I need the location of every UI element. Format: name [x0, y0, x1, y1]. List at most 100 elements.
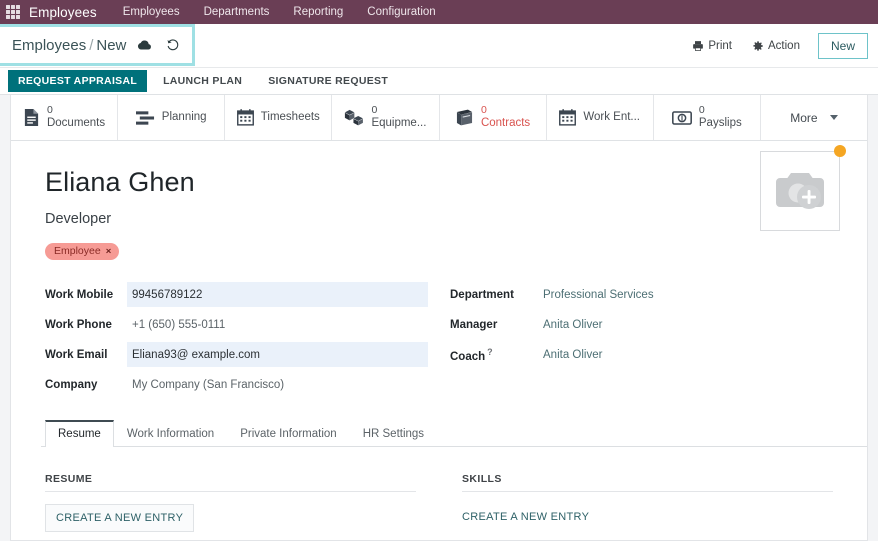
close-icon[interactable]: × — [106, 246, 112, 257]
employee-tag-label: Employee — [54, 245, 101, 257]
smart-button-value: 0 — [371, 104, 378, 117]
field-label: Company — [45, 378, 98, 391]
cloud-save-icon[interactable] — [137, 39, 152, 52]
resume-create-entry-button[interactable]: CREATE A NEW ENTRY — [45, 504, 195, 532]
payslip-money-icon — [671, 110, 692, 125]
request-appraisal-button[interactable]: REQUEST APPRAISAL — [8, 70, 148, 92]
manager-input[interactable]: Anita Oliver — [538, 312, 833, 337]
top-navbar: Employees Employees Departments Reportin… — [0, 0, 878, 24]
help-tooltip-icon[interactable]: ? — [487, 347, 493, 357]
calendar-icon — [236, 109, 254, 126]
smart-button-label: Work Ent... — [583, 111, 641, 124]
smart-button-label: Equipme... — [371, 116, 427, 129]
work-mobile-input[interactable]: 99456789122 — [127, 282, 428, 307]
breadcrumb-current: New — [96, 36, 127, 54]
planning-list-icon — [135, 110, 155, 126]
smart-button-payslips[interactable]: 0 Payslips — [654, 95, 761, 140]
form-fields: Work Mobile 99456789122 Work Phone +1 (6… — [45, 280, 833, 400]
field-company: Company My Company (San Francisco) — [45, 370, 428, 399]
coach-input[interactable]: Anita Oliver — [538, 342, 833, 367]
menu-employees[interactable]: Employees — [123, 6, 180, 18]
page-title[interactable]: Eliana Ghen — [45, 167, 833, 198]
breadcrumb: Employees / New — [0, 24, 196, 66]
more-label: More — [790, 110, 818, 125]
launch-plan-button[interactable]: LAUNCH PLAN — [153, 70, 252, 92]
smart-button-work-entries[interactable]: Work Ent... — [547, 95, 654, 140]
gear-icon — [753, 40, 763, 51]
avatar-container — [760, 145, 846, 231]
unsaved-changes-dot — [834, 145, 846, 157]
smart-button-value: 0 — [480, 104, 487, 117]
tab-content-resume: RESUME CREATE A NEW ENTRY SKILLS CREATE … — [11, 447, 867, 532]
smart-button-equipment[interactable]: 0 Equipme... — [332, 95, 440, 140]
app-brand-employees[interactable]: Employees — [29, 5, 97, 20]
breadcrumb-separator: / — [89, 36, 94, 54]
apps-grid-icon[interactable] — [6, 5, 20, 19]
printer-icon — [693, 40, 704, 51]
work-email-input[interactable]: Eliana93@ example.com — [127, 342, 428, 367]
department-input[interactable]: Professional Services — [538, 282, 833, 307]
avatar-upload-button[interactable] — [760, 151, 840, 231]
smart-button-documents[interactable]: 0 Documents — [11, 95, 119, 140]
signature-request-button[interactable]: SIGNATURE REQUEST — [258, 70, 398, 92]
record-sheet: 0 Documents Planning Timesheets 0 Equipm… — [10, 95, 868, 541]
job-title[interactable]: Developer — [45, 211, 833, 227]
resume-section: RESUME CREATE A NEW ENTRY — [45, 473, 416, 532]
smart-button-label: Planning — [161, 111, 207, 124]
action-label: Action — [768, 39, 800, 52]
menu-configuration[interactable]: Configuration — [367, 6, 435, 18]
field-department: Department Professional Services — [450, 280, 833, 309]
field-label: Manager — [450, 318, 498, 331]
document-icon — [23, 108, 40, 127]
breadcrumb-root[interactable]: Employees — [12, 37, 86, 54]
smart-button-label: Documents — [46, 116, 106, 129]
camera-add-icon — [776, 173, 824, 209]
work-phone-input[interactable]: +1 (650) 555-0111 — [127, 312, 428, 337]
smart-button-label: Timesheets — [260, 111, 320, 124]
equipment-boxes-icon — [344, 109, 364, 126]
field-label: Department — [450, 288, 514, 301]
smart-button-more[interactable]: More — [761, 95, 867, 140]
smart-button-contracts[interactable]: 0 Contracts — [440, 95, 547, 140]
smart-button-timesheets[interactable]: Timesheets — [225, 95, 333, 140]
field-label: Work Email — [45, 348, 108, 361]
tab-work-information[interactable]: Work Information — [114, 420, 227, 446]
coach-label-text: Coach — [450, 350, 486, 363]
page-background: 0 Documents Planning Timesheets 0 Equipm… — [0, 95, 878, 541]
skills-create-entry-link[interactable]: CREATE A NEW ENTRY — [462, 511, 589, 523]
control-panel: Employees / New Print Action New — [0, 24, 878, 68]
field-work-phone: Work Phone +1 (650) 555-0111 — [45, 310, 428, 339]
smart-button-value: 0 — [698, 104, 705, 117]
undo-discard-icon[interactable] — [166, 38, 180, 52]
tag-list: Employee × — [45, 241, 833, 260]
print-label: Print — [708, 39, 733, 52]
menu-departments[interactable]: Departments — [204, 6, 270, 18]
tab-private-information[interactable]: Private Information — [227, 420, 350, 446]
notebook-tabs: Resume Work Information Private Informat… — [41, 420, 867, 447]
tab-resume[interactable]: Resume — [45, 420, 114, 447]
new-button[interactable]: New — [817, 32, 868, 59]
resume-section-title: RESUME — [45, 473, 416, 492]
field-manager: Manager Anita Oliver — [450, 310, 833, 339]
field-label: Coach? — [450, 347, 538, 363]
record-body: Eliana Ghen Developer Employee × Work Mo… — [11, 141, 867, 400]
action-button[interactable]: Action — [742, 36, 810, 56]
field-work-mobile: Work Mobile 99456789122 — [45, 280, 428, 309]
smart-button-planning[interactable]: Planning — [118, 95, 226, 140]
notebook: Resume Work Information Private Informat… — [11, 420, 867, 447]
menu-reporting[interactable]: Reporting — [293, 6, 343, 18]
record-action-buttons: REQUEST APPRAISAL LAUNCH PLAN SIGNATURE … — [0, 68, 878, 95]
skills-section-title: SKILLS — [462, 473, 833, 492]
tab-hr-settings[interactable]: HR Settings — [350, 420, 437, 446]
employee-tag[interactable]: Employee × — [45, 243, 120, 260]
field-work-email: Work Email Eliana93@ example.com — [45, 340, 428, 369]
field-label: Work Mobile — [45, 288, 114, 301]
print-button[interactable]: Print — [682, 36, 742, 56]
contract-book-icon — [455, 109, 474, 126]
smart-button-label: Payslips — [698, 116, 742, 129]
smart-button-label: Contracts — [480, 116, 531, 129]
company-input[interactable]: My Company (San Francisco) — [127, 372, 428, 397]
field-coach: Coach? Anita Oliver — [450, 340, 833, 369]
form-column-left: Work Mobile 99456789122 Work Phone +1 (6… — [45, 280, 428, 400]
smart-button-value: 0 — [46, 104, 53, 117]
